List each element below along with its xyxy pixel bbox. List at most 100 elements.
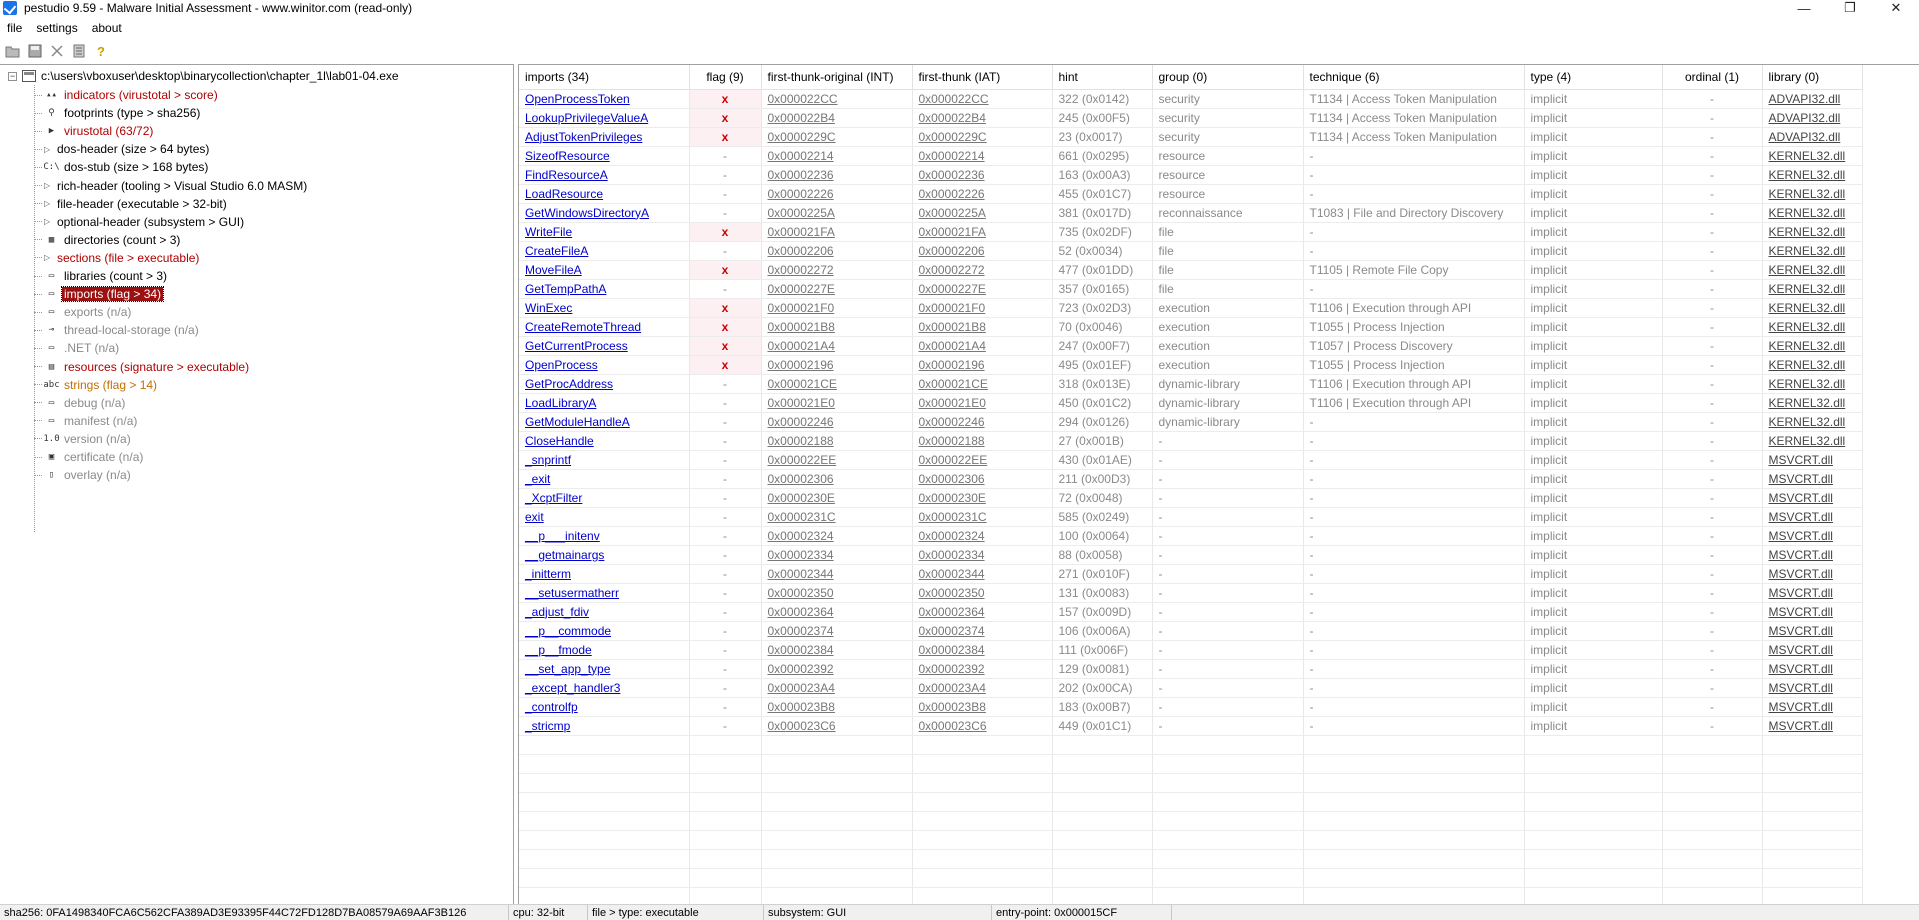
table-row[interactable]: __p__commode -0x00002374 0x00002374 106 (0x… (519, 621, 1863, 641)
table-cell[interactable]: 0x00002206 (761, 241, 913, 261)
import-name-link[interactable]: _exit (519, 469, 690, 489)
table-cell[interactable]: 0x00002272 (761, 260, 913, 280)
table-cell[interactable]: 0x000022EE (912, 450, 1053, 470)
import-name-link[interactable]: GetWindowsDirectoryA (519, 203, 690, 223)
table-cell[interactable]: 0x000022EE (761, 450, 913, 470)
column-header[interactable]: type (4) (1524, 65, 1663, 90)
table-cell[interactable]: 0x00002344 (761, 564, 913, 584)
import-name-link[interactable]: SizeofResource (519, 146, 690, 166)
tree-item[interactable]: 1.0 version (n/a) (34, 430, 133, 448)
tree-item[interactable]: ▭ exports (n/a) (34, 303, 133, 321)
tree-item[interactable]: ▷ optional-header (subsystem > GUI) (34, 213, 246, 231)
import-name-link[interactable]: exit (519, 507, 690, 527)
tree-item[interactable]: ▷ file-header (executable > 32-bit) (34, 195, 229, 213)
tree-item[interactable]: ▭ debug (n/a) (34, 394, 127, 412)
column-header[interactable]: hint (1052, 65, 1153, 90)
import-name-link[interactable]: GetCurrentProcess (519, 336, 690, 356)
import-name-link[interactable]: __p___initenv (519, 526, 690, 546)
table-cell[interactable]: MSVCRT.dll (1762, 526, 1863, 546)
table-row[interactable]: _stricmp -0x000023C6 0x000023C6 449 (0x01C1… (519, 716, 1863, 736)
table-cell[interactable]: KERNEL32.dll (1762, 355, 1863, 375)
table-row[interactable]: LookupPrivilegeValueA x 0x000022B4 0x000022… (519, 108, 1863, 128)
table-cell[interactable]: 0x000021FA (912, 222, 1053, 242)
import-name-link[interactable]: __set_app_type (519, 659, 690, 679)
tree-item[interactable]: ▭ manifest (n/a) (34, 412, 139, 430)
table-row[interactable]: GetTempPathA -0x0000227E 0x0000227E 357 (0x… (519, 279, 1863, 299)
table-cell[interactable]: 0x00002392 (761, 659, 913, 679)
table-cell[interactable]: 0x000022B4 (912, 108, 1053, 128)
table-cell[interactable]: 0x0000229C (761, 127, 913, 147)
table-cell[interactable]: 0x00002344 (912, 564, 1053, 584)
tree-root[interactable]: − c:\users\vboxuser\desktop\binarycollec… (8, 68, 401, 84)
table-cell[interactable]: 0x000023B8 (761, 697, 913, 717)
table-cell[interactable]: 0x000023C6 (761, 716, 913, 736)
table-row[interactable]: _controlfp -0x000023B8 0x000023B8 183 (0x00… (519, 697, 1863, 717)
table-cell[interactable]: MSVCRT.dll (1762, 507, 1863, 527)
list-icon[interactable] (69, 42, 89, 60)
table-row[interactable]: GetCurrentProcess x 0x000021A4 0x000021A4 24… (519, 336, 1863, 356)
column-header[interactable]: flag (9) (689, 65, 762, 90)
table-cell[interactable]: 0x000022CC (761, 89, 913, 109)
table-cell[interactable]: ADVAPI32.dll (1762, 127, 1863, 147)
table-cell[interactable]: MSVCRT.dll (1762, 640, 1863, 660)
table-cell[interactable]: MSVCRT.dll (1762, 621, 1863, 641)
table-row[interactable]: exit -0x0000231C 0x0000231C 585 (0x0249) - - i… (519, 507, 1863, 527)
import-name-link[interactable]: GetTempPathA (519, 279, 690, 299)
table-cell[interactable]: 0x00002374 (912, 621, 1053, 641)
table-cell[interactable]: ADVAPI32.dll (1762, 108, 1863, 128)
import-name-link[interactable]: OpenProcess (519, 355, 690, 375)
table-cell[interactable]: 0x0000225A (912, 203, 1053, 223)
tree-item[interactable]: abc strings (flag > 14) (34, 376, 159, 394)
column-header[interactable]: library (0) (1762, 65, 1863, 90)
table-row[interactable]: GetWindowsDirectoryA -0x0000225A 0x0000225… (519, 203, 1863, 223)
expand-chevron-icon[interactable]: ▷ (44, 199, 52, 208)
table-cell[interactable]: MSVCRT.dll (1762, 450, 1863, 470)
open-icon[interactable] (3, 42, 23, 60)
table-cell[interactable]: 0x00002364 (912, 602, 1053, 622)
import-name-link[interactable]: _adjust_fdiv (519, 602, 690, 622)
import-name-link[interactable]: _except_handler3 (519, 678, 690, 698)
table-cell[interactable]: 0x000021E0 (912, 393, 1053, 413)
import-name-link[interactable]: __setusermatherr (519, 583, 690, 603)
table-cell[interactable]: KERNEL32.dll (1762, 222, 1863, 242)
table-row[interactable]: __getmainargs -0x00002334 0x00002334 88 (0x… (519, 545, 1863, 565)
table-cell[interactable]: 0x000022CC (912, 89, 1053, 109)
table-cell[interactable]: 0x00002392 (912, 659, 1053, 679)
table-cell[interactable]: 0x00002384 (761, 640, 913, 660)
import-name-link[interactable]: CreateFileA (519, 241, 690, 261)
tree-item[interactable]: ▭ libraries (count > 3) (34, 267, 169, 285)
import-name-link[interactable]: __p__commode (519, 621, 690, 641)
table-cell[interactable]: 0x00002196 (761, 355, 913, 375)
table-cell[interactable]: 0x00002334 (761, 545, 913, 565)
table-cell[interactable]: KERNEL32.dll (1762, 184, 1863, 204)
table-row[interactable]: __p__fmode -0x00002384 0x00002384 111 (0x00… (519, 640, 1863, 660)
table-row[interactable]: __p___initenv -0x00002324 0x00002324 100 (0… (519, 526, 1863, 546)
table-cell[interactable]: ADVAPI32.dll (1762, 89, 1863, 109)
table-cell[interactable]: 0x00002236 (761, 165, 913, 185)
import-name-link[interactable]: LoadLibraryA (519, 393, 690, 413)
column-header[interactable]: group (0) (1152, 65, 1304, 90)
table-cell[interactable]: 0x000021B8 (912, 317, 1053, 337)
table-row[interactable]: WinExec x 0x000021F0 0x000021F0 723 (0x02D3)… (519, 298, 1863, 318)
import-name-link[interactable]: _initterm (519, 564, 690, 584)
table-cell[interactable]: 0x000021F0 (761, 298, 913, 318)
menu-file[interactable]: file (0, 21, 29, 35)
table-cell[interactable]: 0x00002364 (761, 602, 913, 622)
table-cell[interactable]: 0x00002272 (912, 260, 1053, 280)
import-name-link[interactable]: GetProcAddress (519, 374, 690, 394)
table-cell[interactable]: 0x000022B4 (761, 108, 913, 128)
table-cell[interactable]: MSVCRT.dll (1762, 602, 1863, 622)
table-row[interactable]: _XcptFilter -0x0000230E 0x0000230E 72 (0x00… (519, 488, 1863, 508)
table-cell[interactable]: MSVCRT.dll (1762, 678, 1863, 698)
column-header[interactable]: ordinal (1) (1662, 65, 1763, 90)
table-cell[interactable]: 0x0000231C (912, 507, 1053, 527)
table-cell[interactable]: 0x000023C6 (912, 716, 1053, 736)
table-row[interactable]: LoadResource -0x00002226 0x00002226 455 (0x… (519, 184, 1863, 204)
table-row[interactable]: AdjustTokenPrivileges x 0x0000229C 0x000022… (519, 127, 1863, 147)
table-cell[interactable]: 0x0000225A (761, 203, 913, 223)
table-cell[interactable]: 0x00002324 (912, 526, 1053, 546)
close-button[interactable]: ✕ (1873, 0, 1919, 16)
import-name-link[interactable]: FindResourceA (519, 165, 690, 185)
table-cell[interactable]: KERNEL32.dll (1762, 298, 1863, 318)
tree-item[interactable]: ▤ resources (signature > executable) (34, 358, 251, 376)
